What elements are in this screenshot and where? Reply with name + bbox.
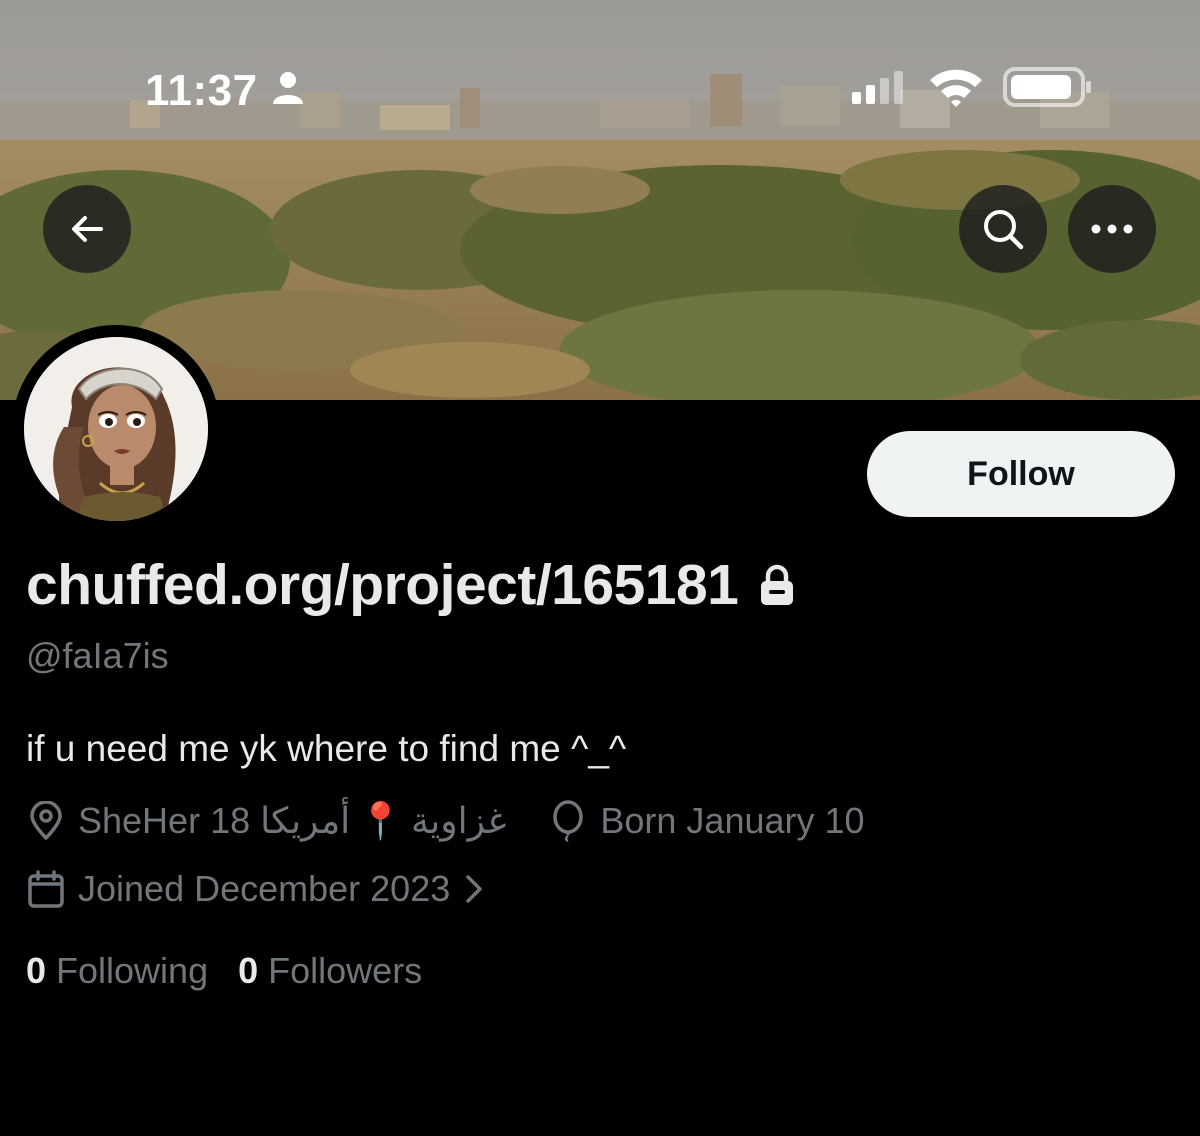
avatar[interactable] (24, 337, 208, 521)
joined-date[interactable]: Joined December 2023 (26, 868, 496, 910)
back-button[interactable] (43, 185, 131, 273)
person-icon (270, 70, 306, 111)
following-link[interactable]: 0 Following (26, 950, 208, 992)
wifi-icon (928, 66, 984, 113)
avatar-illustration (24, 337, 208, 521)
birthday: Born January 10 (548, 800, 865, 842)
more-dots-icon (1091, 224, 1133, 234)
profile-page: 11:37 Follow chuffed.org/project/165181 … (0, 0, 1200, 1136)
joined-row[interactable]: Joined December 2023 (26, 868, 496, 910)
display-name: chuffed.org/project/165181 (26, 553, 739, 617)
followers-label: Followers (268, 950, 423, 991)
bio: if u need me yk where to find me ^_^ (26, 728, 627, 769)
chevron-right-icon (466, 875, 482, 903)
location-text-part1: SheHer 18 أمريكا (78, 800, 351, 841)
follow-stats: 0 Following 0 Followers (26, 950, 422, 992)
round-pushpin-icon: 📍 (358, 800, 403, 841)
location: SheHer 18 أمريكا 📍 غزاوية (26, 800, 506, 842)
location-pin-icon (30, 801, 62, 840)
cellular-signal-icon (850, 70, 914, 111)
status-time: 11:37 (145, 66, 258, 115)
search-icon (984, 210, 1024, 250)
battery-icon (1002, 66, 1094, 113)
calendar-icon (28, 870, 64, 908)
follow-button[interactable]: Follow (867, 431, 1175, 517)
birthday-text: Born January 10 (600, 800, 865, 841)
status-bar: 11:37 (0, 0, 1200, 180)
profile-meta-row: SheHer 18 أمريكا 📍 غزاوية Born January 1… (26, 800, 865, 842)
location-text-part2: غزاوية (410, 800, 507, 841)
followers-link[interactable]: 0 Followers (238, 950, 422, 992)
joined-text: Joined December 2023 (78, 868, 451, 909)
user-handle: @faIa7is (26, 635, 169, 676)
followers-count: 0 (238, 950, 259, 991)
following-count: 0 (26, 950, 47, 991)
balloon-icon (553, 800, 584, 842)
following-label: Following (56, 950, 209, 991)
arrow-left-icon (72, 216, 103, 242)
display-name-row: chuffed.org/project/165181 (26, 552, 796, 618)
more-options-button[interactable] (1068, 185, 1156, 273)
lock-icon (758, 564, 796, 611)
avatar-ring (12, 325, 220, 533)
search-button[interactable] (959, 185, 1047, 273)
